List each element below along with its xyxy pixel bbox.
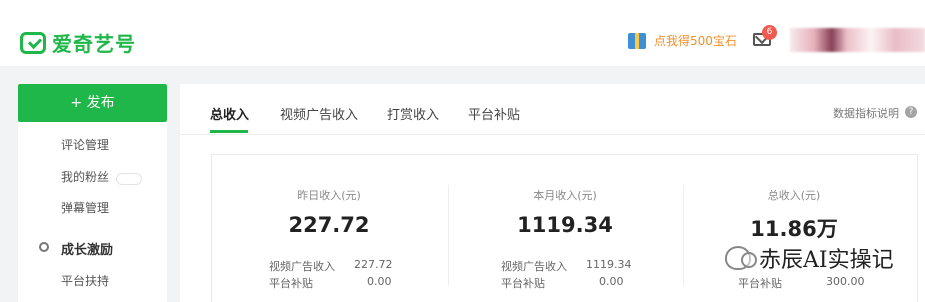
month-subsidy-value: 0.00 <box>599 275 624 288</box>
total-subsidy-label: 平台补贴 <box>738 277 782 290</box>
gift-icon <box>628 32 646 49</box>
yesterday-subsidy-label: 平台补贴 <box>269 277 313 290</box>
wechat-icon <box>725 246 757 270</box>
total-income-value: 11.86万 <box>750 217 838 241</box>
sidebar: + 发布 评论管理 我的粉丝 弹幕管理 成长激励 平台扶持 <box>18 84 167 302</box>
logo-text: 爱奇艺号 <box>52 32 136 56</box>
stat-divider <box>683 185 684 285</box>
watermark: 赤辰AI实操记 <box>725 242 894 274</box>
sidebar-item-fans[interactable]: 我的粉丝 <box>61 168 109 185</box>
yesterday-income-value: 227.72 <box>288 213 370 237</box>
tab-divider <box>180 134 925 135</box>
yesterday-video-ad-value: 227.72 <box>354 258 393 271</box>
tab-video-ad-income[interactable]: 视频广告收入 <box>280 104 358 123</box>
promo-text: 点我得500宝石 <box>654 34 737 48</box>
watermark-text: 赤辰AI实操记 <box>759 248 894 273</box>
month-income: 本月收入(元) 1119.34 <box>465 187 665 237</box>
sidebar-item-danmaku[interactable]: 弹幕管理 <box>61 199 109 216</box>
sidebar-item-platform-support[interactable]: 平台扶持 <box>61 272 109 289</box>
income-summary-card: 昨日收入(元) 227.72 本月收入(元) 1119.34 总收入(元) 11… <box>211 154 918 302</box>
active-tab-indicator <box>210 130 248 133</box>
sidebar-item-comments[interactable]: 评论管理 <box>61 136 109 153</box>
sidebar-section-growth[interactable]: 成长激励 <box>61 239 113 258</box>
yesterday-video-ad-label: 视频广告收入 <box>269 260 335 273</box>
tab-tip-income[interactable]: 打赏收入 <box>387 104 439 123</box>
month-subsidy-label: 平台补贴 <box>501 277 545 290</box>
tab-total-income[interactable]: 总收入 <box>210 104 249 123</box>
month-income-label: 本月收入(元) <box>533 189 597 202</box>
gem-promo-link[interactable]: 点我得500宝石 <box>628 32 737 49</box>
total-income-label: 总收入(元) <box>767 189 821 202</box>
month-video-ad-label: 视频广告收入 <box>501 260 567 273</box>
yesterday-income: 昨日收入(元) 227.72 <box>229 187 429 237</box>
medal-icon <box>39 242 49 252</box>
metrics-help-link[interactable]: 数据指标说明 <box>833 105 899 121</box>
top-header: 爱奇艺号 点我得500宝石 6 <box>0 0 925 66</box>
publish-button[interactable]: + 发布 <box>18 84 167 122</box>
user-profile-blurred[interactable] <box>790 28 925 52</box>
total-income: 总收入(元) 11.86万 <box>694 187 894 243</box>
total-subsidy-value: 300.00 <box>826 275 865 288</box>
month-income-value: 1119.34 <box>517 213 613 237</box>
logo-icon <box>20 31 46 54</box>
fans-toggle[interactable] <box>116 173 142 185</box>
yesterday-subsidy-value: 0.00 <box>367 275 392 288</box>
yesterday-income-label: 昨日收入(元) <box>297 189 361 202</box>
tab-platform-subsidy[interactable]: 平台补贴 <box>468 104 520 123</box>
month-video-ad-value: 1119.34 <box>586 258 632 271</box>
iqiyi-logo[interactable]: 爱奇艺号 <box>20 28 136 57</box>
notification-badge: 6 <box>762 25 777 40</box>
help-icon[interactable]: ? <box>905 106 917 118</box>
stat-divider <box>448 185 449 285</box>
